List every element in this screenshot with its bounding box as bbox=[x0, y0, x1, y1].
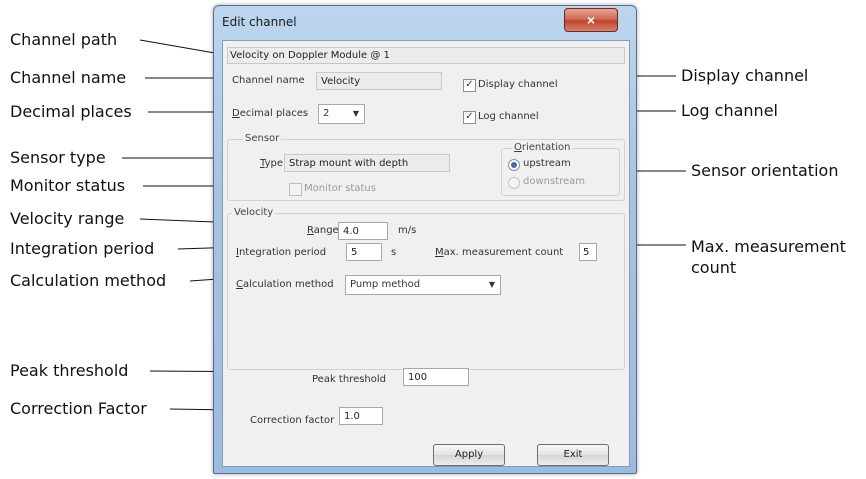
dialog-client-area: Velocity on Doppler Module @ 1 Channel n… bbox=[222, 40, 630, 467]
callout-calculation-method: Calculation method bbox=[10, 271, 167, 290]
correction-factor-input[interactable]: 1.0 bbox=[339, 407, 383, 425]
correction-factor-label: Correction factor bbox=[250, 415, 335, 426]
log-channel-checkbox[interactable]: ✓ bbox=[463, 111, 476, 124]
callout-velocity-range: Velocity range bbox=[10, 209, 125, 228]
integration-period-unit: s bbox=[391, 247, 397, 258]
orientation-upstream-radio[interactable] bbox=[508, 159, 520, 171]
channel-name-field[interactable]: Velocity bbox=[316, 72, 442, 90]
calculation-method-select[interactable]: Pump method ▼ bbox=[345, 275, 501, 295]
integration-period-input[interactable]: 5 bbox=[346, 243, 382, 261]
channel-path-field: Velocity on Doppler Module @ 1 bbox=[227, 47, 625, 64]
sensor-type-label: Type bbox=[260, 158, 283, 169]
close-icon: × bbox=[586, 12, 596, 28]
orientation-upstream-label: upstream bbox=[523, 158, 571, 169]
callout-log-channel: Log channel bbox=[681, 101, 778, 120]
integration-period-label: Integration period bbox=[236, 247, 327, 258]
peak-threshold-input[interactable]: 100 bbox=[403, 368, 469, 386]
orientation-group-label: Orientation bbox=[512, 141, 573, 155]
channel-name-label: Channel name bbox=[232, 75, 305, 86]
apply-button[interactable]: Apply bbox=[433, 444, 505, 466]
calculation-method-label: Calculation method bbox=[236, 279, 334, 290]
callout-peak-threshold: Peak threshold bbox=[10, 361, 129, 380]
max-measurement-count-label: Max. measurement count bbox=[435, 247, 564, 258]
dialog-title: Edit channel bbox=[222, 15, 297, 29]
peak-threshold-label: Peak threshold bbox=[312, 374, 387, 385]
velocity-group-label: Velocity bbox=[232, 206, 276, 220]
edit-channel-dialog: Edit channel × Velocity on Doppler Modul… bbox=[213, 5, 637, 474]
callout-max-measurement-count: Max. measurement count bbox=[691, 237, 846, 277]
callout-display-channel: Display channel bbox=[681, 66, 809, 85]
orientation-downstream-radio[interactable] bbox=[508, 177, 520, 189]
monitor-status-checkbox[interactable] bbox=[289, 183, 302, 196]
exit-button[interactable]: Exit bbox=[537, 444, 609, 466]
max-measurement-count-input[interactable]: 5 bbox=[579, 243, 597, 261]
orientation-downstream-label: downstream bbox=[523, 176, 586, 187]
display-channel-checkbox[interactable]: ✓ bbox=[463, 79, 476, 92]
range-input[interactable]: 4.0 bbox=[338, 222, 388, 240]
sensor-group-label: Sensor bbox=[243, 132, 282, 146]
sensor-type-field[interactable]: Strap mount with depth bbox=[284, 154, 450, 172]
callout-sensor-orientation: Sensor orientation bbox=[691, 161, 839, 180]
chevron-down-icon: ▼ bbox=[352, 109, 359, 118]
callout-correction-factor: Correction Factor bbox=[10, 399, 147, 418]
chevron-down-icon: ▼ bbox=[488, 280, 495, 289]
range-unit: m/s bbox=[398, 225, 417, 236]
callout-channel-name: Channel name bbox=[10, 68, 127, 87]
range-label: Range bbox=[307, 225, 339, 236]
callout-sensor-type: Sensor type bbox=[10, 148, 106, 167]
decimal-places-value: 2 bbox=[323, 108, 330, 119]
callout-monitor-status: Monitor status bbox=[10, 176, 126, 195]
monitor-status-label: Monitor status bbox=[304, 183, 376, 194]
log-channel-label: Log channel bbox=[478, 111, 539, 122]
callout-decimal-places: Decimal places bbox=[10, 102, 132, 121]
decimal-places-select[interactable]: 2 ▼ bbox=[318, 104, 365, 124]
display-channel-label: Display channel bbox=[478, 79, 558, 90]
close-button[interactable]: × bbox=[564, 8, 618, 32]
decimal-places-label: Decimal places bbox=[232, 108, 309, 119]
calculation-method-value: Pump method bbox=[350, 279, 421, 290]
check-icon: ✓ bbox=[465, 111, 474, 122]
callout-channel-path: Channel path bbox=[10, 30, 118, 49]
check-icon: ✓ bbox=[465, 79, 474, 90]
callout-integration-period: Integration period bbox=[10, 239, 155, 258]
